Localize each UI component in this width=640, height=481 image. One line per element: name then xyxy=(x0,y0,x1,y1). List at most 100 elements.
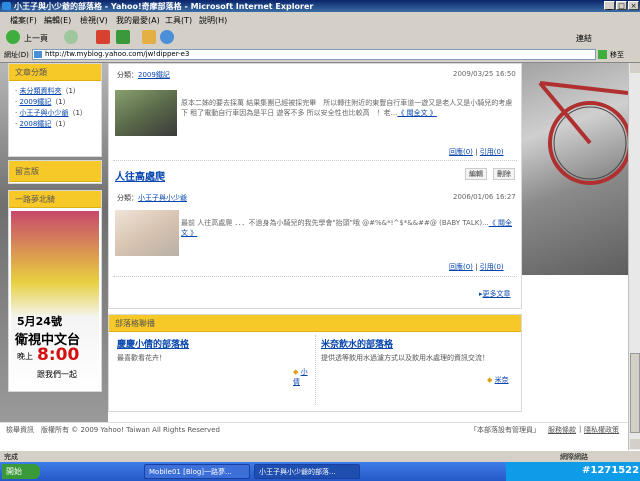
post-category: 分類：小王子與小少爺 xyxy=(117,193,187,203)
post-actions: 回應(0) | 引用(0) xyxy=(449,148,504,156)
title-bar: 小王子與小少爺的部落格 - Yahoo!奇摩部落格 - Microsoft In… xyxy=(0,0,640,12)
post-category-link[interactable]: 2009鐵記 xyxy=(138,71,170,79)
read-more-link[interactable]: 《 閱全文 》 xyxy=(397,109,436,117)
post-date: 2006/01/06 16:27 xyxy=(453,193,516,201)
friend-author: ◆ 米奈 xyxy=(487,375,509,385)
menu-edit[interactable]: 編輯(E) xyxy=(44,15,71,26)
back-button-label[interactable]: 上一頁 xyxy=(24,33,48,44)
maximize-button[interactable]: □ xyxy=(616,1,627,10)
stop-icon[interactable] xyxy=(96,30,110,44)
friend-name-link[interactable]: 米奈飲水的部落格 xyxy=(321,337,515,350)
menu-view[interactable]: 檢視(V) xyxy=(80,15,108,26)
trackback-link[interactable]: 引用(0) xyxy=(480,148,504,156)
go-button[interactable]: 移至 xyxy=(610,50,624,60)
event-ad-image[interactable]: 5月24號 衛視中文台 晚上 8:00 跟我們一起 xyxy=(11,211,99,389)
task-blog[interactable]: 小王子與小少爺的部落... xyxy=(254,464,360,479)
menu-tools[interactable]: 工具(T) xyxy=(165,15,192,26)
friend-item: 慶慶小倩的部落格 最喜歡看花卉！ ◆ 小倩 xyxy=(117,337,313,405)
category-link[interactable]: 2009鐵記 xyxy=(19,98,51,106)
minimize-button[interactable]: _ xyxy=(604,1,615,10)
category-item: · 小王子與小少爺（1） xyxy=(15,109,87,117)
links-label[interactable]: 連結 xyxy=(576,33,592,44)
friends-header: 部落格聯播 xyxy=(109,315,521,332)
forward-arrow-icon[interactable] xyxy=(64,30,78,44)
post-thumbnail[interactable] xyxy=(115,210,179,256)
categories-title: 文章分類 xyxy=(15,68,47,77)
travel-title: 一路夢北騎 xyxy=(15,195,55,204)
edit-button[interactable]: 編輯 xyxy=(465,168,487,180)
friends-title: 部落格聯播 xyxy=(115,319,155,328)
status-text: 完成 xyxy=(4,453,18,461)
comment-link[interactable]: 回應(0) xyxy=(449,148,473,156)
friend-item: 米奈飲水的部落格 提供透等飲用水過濾方式以及飲用水處理的資訊交流！ ◆ 米奈 xyxy=(321,337,515,405)
ad-time: 8:00 xyxy=(37,345,80,365)
terms-link[interactable]: 服務條款 xyxy=(548,425,576,435)
footer-separator: | xyxy=(579,425,582,433)
category-item: · 2009鐵記（1） xyxy=(15,98,70,106)
category-link[interactable]: 2008鐵記 xyxy=(19,120,51,128)
address-input[interactable]: http://tw.myblog.yahoo.com/jw!dipper-e3 xyxy=(32,49,596,60)
category-label: 分類： xyxy=(117,194,138,202)
post-divider xyxy=(113,276,517,277)
footer-rule xyxy=(0,422,628,423)
post-thumbnail[interactable] xyxy=(115,90,177,136)
start-button[interactable]: 開始 xyxy=(2,464,40,479)
vertical-scrollbar[interactable] xyxy=(628,63,640,450)
category-count: （1） xyxy=(51,120,70,128)
friend-author: ◆ 小倩 xyxy=(293,367,313,387)
scroll-down-arrow-icon[interactable] xyxy=(630,439,640,449)
trackback-link[interactable]: 引用(0) xyxy=(480,263,504,271)
ad-time-prefix: 晚上 xyxy=(17,352,33,361)
excerpt-text: 原本二姊的要去採萬 結果集團已經被採完畢 所以轉往附近的東豐自行車道一遊又是老人… xyxy=(181,99,513,117)
category-count: （1） xyxy=(51,98,70,106)
friends-panel: 部落格聯播 慶慶小倩的部落格 最喜歡看花卉！ ◆ 小倩 米奈飲水的部落格 提供透… xyxy=(108,314,522,412)
scroll-thumb[interactable] xyxy=(630,353,640,433)
task-mobile01[interactable]: Mobile01 [Blog]一路夢... xyxy=(144,464,250,479)
excerpt-text: 最前 人往高處爬 ．．．不過身為小騎兒的我先學會"抬頭"哦 @#%&*!^$*&… xyxy=(181,219,489,227)
window-title: 小王子與小少爺的部落格 - Yahoo!奇摩部落格 - Microsoft In… xyxy=(14,2,314,11)
menu-favorites[interactable]: 我的最愛(A) xyxy=(116,15,160,26)
status-zone: 網際網路 xyxy=(560,453,588,461)
category-link[interactable]: 小王子與小少爺 xyxy=(19,109,68,117)
post-excerpt: 最前 人往高處爬 ．．．不過身為小騎兒的我先學會"抬頭"哦 @#%&*!^$*&… xyxy=(181,218,515,238)
post-title[interactable]: 人往高處爬 xyxy=(115,168,165,183)
category-link[interactable]: 未分類資料夾 xyxy=(19,87,61,95)
watermark: #1271522 xyxy=(582,465,640,476)
address-label: 網址(D) xyxy=(4,51,29,59)
guestbook-box[interactable]: 留言版 xyxy=(8,160,102,184)
privacy-link[interactable]: 隱私權政策 xyxy=(584,425,619,435)
travel-box: 一路夢北騎 5月24號 衛視中文台 晚上 8:00 跟我們一起 xyxy=(8,190,102,392)
delete-button[interactable]: 刪除 xyxy=(493,168,515,180)
friend-author-link[interactable]: 米奈 xyxy=(495,376,509,384)
go-arrow-icon[interactable] xyxy=(598,50,607,59)
scroll-up-arrow-icon[interactable] xyxy=(630,63,640,73)
category-count: （1） xyxy=(61,87,80,95)
footer-copyright: 檢舉資訊 版權所有 © 2009 Yahoo! Taiwan All Right… xyxy=(6,426,220,434)
guestbook-title[interactable]: 留言版 xyxy=(15,166,39,177)
author-icon: ◆ xyxy=(293,368,299,376)
menu-file[interactable]: 檔案(F) xyxy=(10,15,37,26)
comment-link[interactable]: 回應(0) xyxy=(449,263,473,271)
category-count: （1） xyxy=(68,109,87,117)
taskbar: 開始 Mobile01 [Blog]一路夢... 小王子與小少爺的部落... #… xyxy=(0,462,640,481)
menu-help[interactable]: 說明(H) xyxy=(199,15,227,26)
post-actions: 回應(0) | 引用(0) xyxy=(449,263,504,271)
back-arrow-icon[interactable] xyxy=(6,30,20,44)
friends-divider xyxy=(315,335,316,405)
favorites-icon[interactable] xyxy=(160,30,174,44)
refresh-icon[interactable] xyxy=(116,30,130,44)
friend-name-link[interactable]: 慶慶小倩的部落格 xyxy=(117,337,313,350)
close-button[interactable]: × xyxy=(628,1,639,10)
post-category-link[interactable]: 小王子與小少爺 xyxy=(138,194,187,202)
travel-header: 一路夢北騎 xyxy=(9,191,101,208)
home-icon[interactable] xyxy=(142,30,156,44)
page-icon xyxy=(34,51,42,58)
address-bar: 網址(D) http://tw.myblog.yahoo.com/jw!dipp… xyxy=(0,48,640,63)
friend-description: 提供透等飲用水過濾方式以及飲用水處理的資訊交流！ xyxy=(321,354,489,362)
guestbook-header: 留言版 xyxy=(9,161,101,182)
author-icon: ◆ xyxy=(487,376,493,384)
post-excerpt: 原本二姊的要去採萬 結果集團已經被採完畢 所以轉往附近的東豐自行車道一遊又是老人… xyxy=(181,98,515,118)
post-divider xyxy=(113,160,517,161)
more-posts-link[interactable]: 更多文章 xyxy=(483,290,511,298)
category-label: 分類： xyxy=(117,71,138,79)
